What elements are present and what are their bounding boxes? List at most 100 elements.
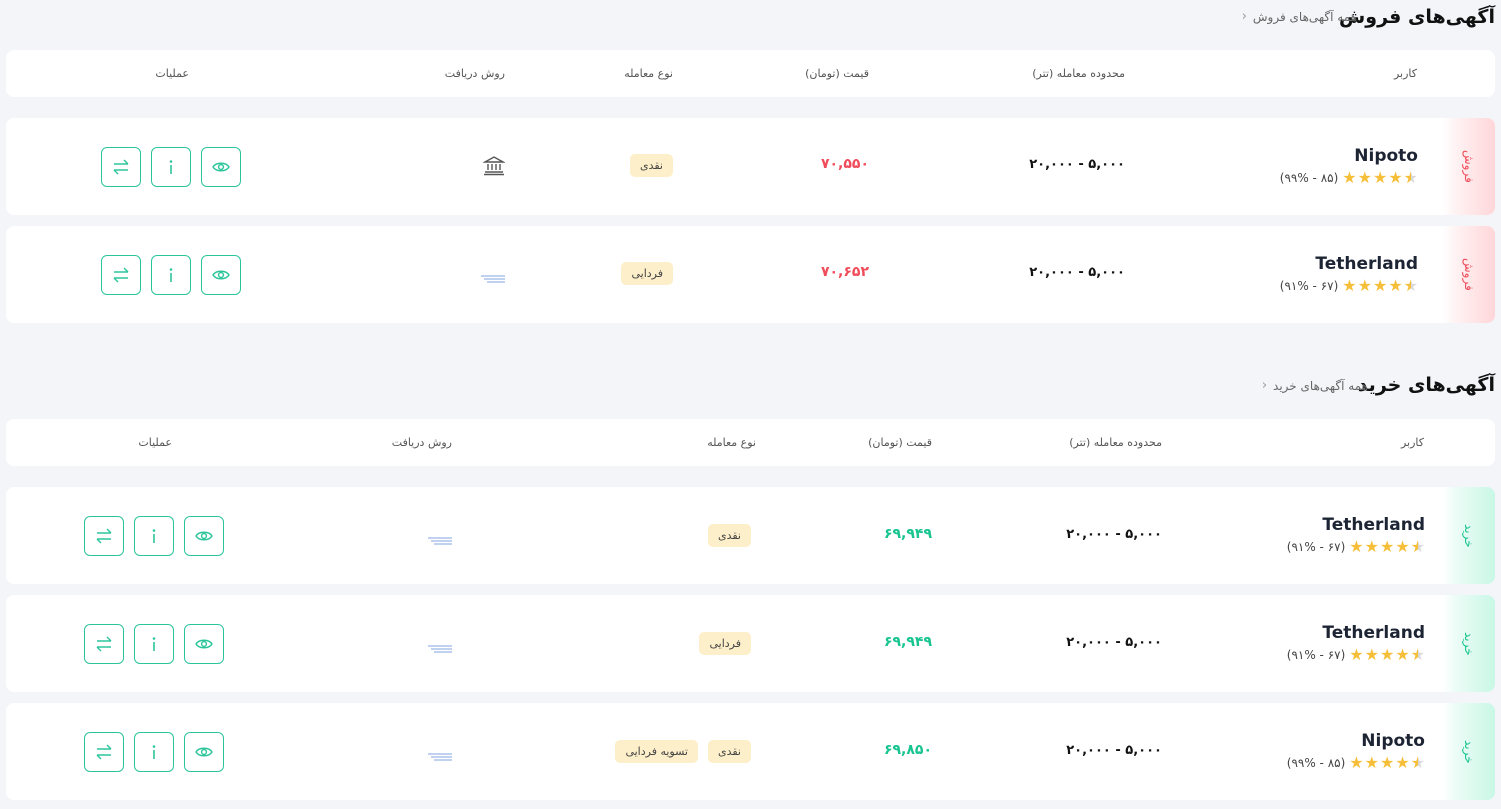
rating-text: (۹۹% - ۸۵) [1286,756,1346,770]
transfer-button[interactable] [101,255,141,295]
star-icon: ★ [1364,537,1379,556]
table-row: خرید Nipoto (۹۹% - ۸۵) ★ ★ ★ ★ ★ ۲۰,۰۰۰ - ۵,… [6,703,1495,800]
star-icon: ★ [1357,168,1372,187]
buy-table-header: کاربر محدوده معامله (تتر) قیمت (تومان) ن… [6,419,1495,466]
trade-range: ۲۰,۰۰۰ - ۵,۰۰۰ [1029,157,1125,172]
user-name[interactable]: Nipoto [1361,731,1425,751]
all-sell-ads-link[interactable]: همه آگهی‌های فروش ‹ [1242,9,1357,24]
card-transfer-icon [428,531,452,545]
header-type: نوع معامله [707,436,756,449]
star-icon: ★ [1372,168,1388,187]
user-rating: (۹۹% - ۸۵) ★ ★ ★ ★ ★ [1280,170,1418,186]
star-icon: ★ [1379,645,1395,664]
info-icon [169,268,173,282]
user-cell: Tetherland (۹۱% - ۶۷) ★ ★ ★ ★ ★ [1287,623,1425,663]
header-method: روش دریافت [391,436,452,449]
trade-type-tag: نقدی [707,740,751,763]
star-half-icon: ★ [1403,276,1418,295]
eye-icon [195,531,213,541]
eye-icon [195,639,213,649]
eye-icon [212,270,230,280]
trade-range: ۲۰,۰۰۰ - ۵,۰۰۰ [1066,527,1162,542]
info-icon [152,529,156,543]
side-badge-sell: فروش [1443,226,1495,323]
star-icon: ★ [1395,537,1410,556]
star-icon: ★ [1379,753,1395,772]
sell-table-header: کاربر محدوده معامله (تتر) قیمت (تومان) ن… [6,50,1495,97]
info-button[interactable] [134,624,174,664]
star-half-icon: ★ [1410,753,1425,772]
header-operations: عملیات [138,436,172,449]
user-cell: Tetherland (۹۱% - ۶۷) ★ ★ ★ ★ ★ [1280,254,1418,294]
trade-range: ۲۰,۰۰۰ - ۵,۰۰۰ [1066,743,1162,758]
star-icon: ★ [1349,537,1364,556]
trade-type-tag: نقدی [707,524,751,547]
transfer-button[interactable] [84,516,124,556]
header-method: روش دریافت [444,67,505,80]
user-name[interactable]: Tetherland [1315,254,1418,274]
star-half-icon: ★ [1410,537,1425,556]
trade-type-tags: فردایی [699,632,751,655]
bank-icon [482,154,506,176]
rating-stars: ★ ★ ★ ★ ★ [1342,170,1418,186]
star-icon: ★ [1395,645,1410,664]
buy-section-title: آگهی‌های خرید [1357,374,1495,396]
side-badge-buy: خرید [1443,703,1495,800]
view-button[interactable] [201,255,241,295]
trade-type-tag: تسویه فردایی [615,740,698,763]
side-badge-sell: فروش [1443,118,1495,215]
star-icon: ★ [1388,168,1403,187]
price: ۷۰,۶۵۲ [820,264,869,280]
card-transfer-icon [428,747,452,761]
header-range: محدوده معامله (تتر) [1069,436,1162,449]
table-row: خرید Tetherland (۹۱% - ۶۷) ★ ★ ★ ★ ★ ۲۰,۰۰۰ … [6,595,1495,692]
transfer-button[interactable] [101,147,141,187]
view-button[interactable] [184,516,224,556]
info-button[interactable] [134,516,174,556]
user-cell: Nipoto (۹۹% - ۸۵) ★ ★ ★ ★ ★ [1280,146,1418,186]
card-transfer-icon [428,639,452,653]
rating-text: (۹۱% - ۶۷) [1286,540,1346,554]
rating-stars: ★ ★ ★ ★ ★ [1349,539,1425,555]
star-icon: ★ [1372,276,1388,295]
rating-text: (۹۱% - ۶۷) [1279,279,1339,293]
star-icon: ★ [1342,276,1357,295]
trade-range: ۲۰,۰۰۰ - ۵,۰۰۰ [1066,635,1162,650]
header-type: نوع معامله [624,67,673,80]
transfer-icon [96,744,112,760]
all-buy-ads-label: همه آگهی‌های خرید [1273,378,1368,393]
all-buy-ads-link[interactable]: همه آگهی‌های خرید ‹ [1262,378,1368,393]
header-range: محدوده معامله (تتر) [1032,67,1125,80]
side-badge-buy: خرید [1443,487,1495,584]
info-icon [152,745,156,759]
table-row: خرید Tetherland (۹۱% - ۶۷) ★ ★ ★ ★ ★ ۲۰,۰۰۰ … [6,487,1495,584]
view-button[interactable] [184,624,224,664]
star-icon: ★ [1364,753,1379,772]
user-name[interactable]: Tetherland [1322,515,1425,535]
rating-text: (۹۱% - ۶۷) [1286,648,1346,662]
user-cell: Tetherland (۹۱% - ۶۷) ★ ★ ★ ★ ★ [1287,515,1425,555]
info-button[interactable] [134,732,174,772]
transfer-button[interactable] [84,624,124,664]
user-cell: Nipoto (۹۹% - ۸۵) ★ ★ ★ ★ ★ [1287,731,1425,771]
price: ۶۹,۸۵۰ [883,742,932,758]
star-icon: ★ [1349,753,1364,772]
chevron-left-icon: ‹ [1261,378,1268,393]
view-button[interactable] [201,147,241,187]
info-button[interactable] [151,147,191,187]
info-button[interactable] [151,255,191,295]
star-icon: ★ [1342,168,1357,187]
transfer-button[interactable] [84,732,124,772]
view-button[interactable] [184,732,224,772]
price: ۷۰,۵۵۰ [820,156,869,172]
star-icon: ★ [1357,276,1372,295]
eye-icon [212,162,230,172]
star-icon: ★ [1364,645,1379,664]
table-row: فروش Nipoto (۹۹% - ۸۵) ★ ★ ★ ★ ★ ۲۰,۰۰۰ - ۵,… [6,118,1495,215]
user-name[interactable]: Nipoto [1354,146,1418,166]
trade-type-tags: نقدی تسویه فردایی [615,740,751,763]
transfer-icon [96,528,112,544]
rating-stars: ★ ★ ★ ★ ★ [1349,647,1425,663]
user-name[interactable]: Tetherland [1322,623,1425,643]
table-row: فروش Tetherland (۹۱% - ۶۷) ★ ★ ★ ★ ★ ۲۰,۰۰۰ … [6,226,1495,323]
